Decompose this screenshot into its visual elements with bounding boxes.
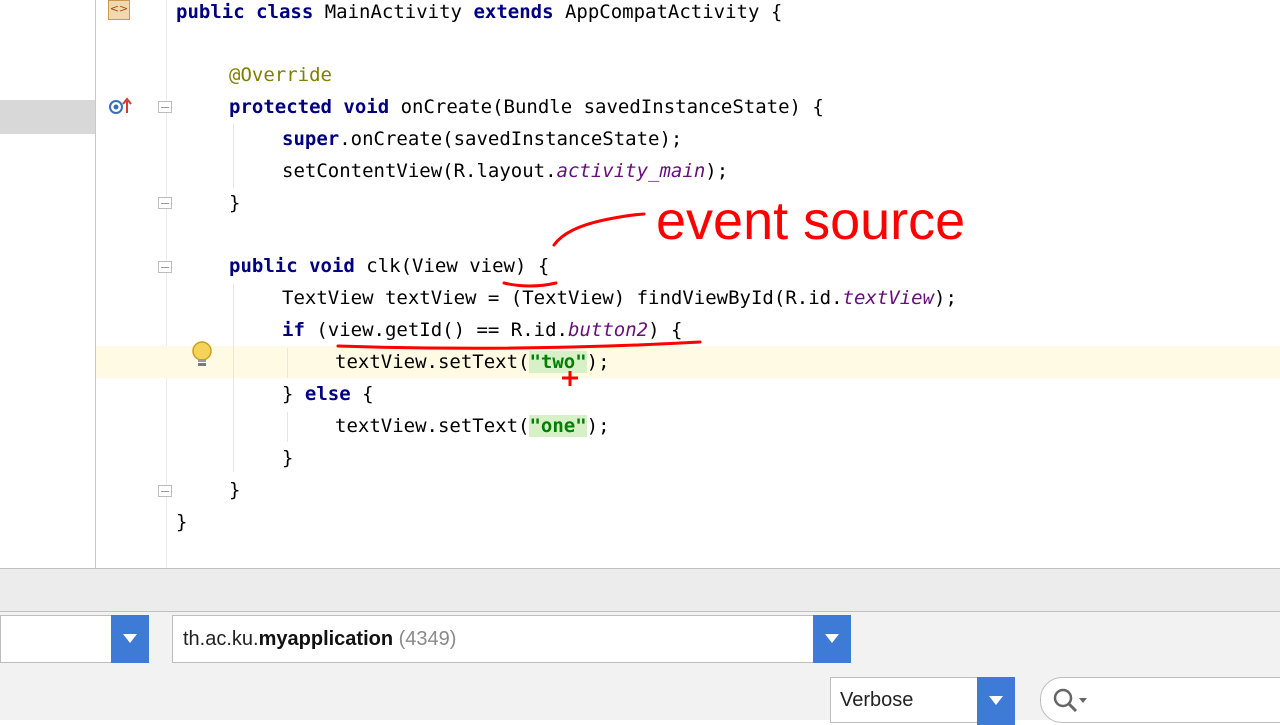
code-line: textView.setText("one"); — [335, 415, 610, 437]
code-line: setContentView(R.layout.activity_main); — [282, 160, 729, 182]
log-level-dropdown-button[interactable] — [977, 677, 1015, 725]
annotation-label: event source — [656, 191, 966, 251]
code-text[interactable]: public class MainActivity extends AppCom… — [0, 0, 1280, 568]
process-select-value: th.ac.ku.myapplication (4349) — [183, 628, 457, 650]
device-select[interactable] — [0, 615, 149, 663]
code-line: TextView textView = (TextView) findViewB… — [282, 287, 957, 309]
log-level-select[interactable]: Verbose — [830, 677, 1015, 725]
process-select[interactable]: th.ac.ku.myapplication (4349) — [172, 615, 851, 663]
process-dropdown-button[interactable] — [813, 615, 851, 663]
code-line: } — [229, 479, 241, 501]
code-line: protected void onCreate(Bundle savedInst… — [229, 96, 824, 118]
logcat-search[interactable] — [1040, 677, 1280, 723]
panel-divider[interactable] — [0, 568, 1280, 612]
log-level-value: Verbose — [840, 689, 914, 711]
code-line: } — [282, 447, 294, 469]
code-line: textView.setText("two"); — [335, 351, 610, 373]
code-editor[interactable]: <> public class MainActivity extends App… — [0, 0, 1280, 568]
code-line: } else { — [282, 383, 374, 405]
search-icon[interactable] — [1051, 686, 1095, 716]
code-line: } — [229, 192, 241, 214]
code-line: public void clk(View view) { — [229, 255, 550, 277]
code-line: public class MainActivity extends AppCom… — [176, 1, 783, 23]
code-line: super.onCreate(savedInstanceState); — [282, 128, 683, 150]
logcat-search-input[interactable] — [1101, 686, 1275, 716]
code-line: if (view.getId() == R.id.button2) { — [282, 319, 683, 341]
code-line: @Override — [229, 64, 332, 86]
code-line: } — [176, 511, 188, 533]
device-dropdown-button[interactable] — [111, 615, 149, 663]
